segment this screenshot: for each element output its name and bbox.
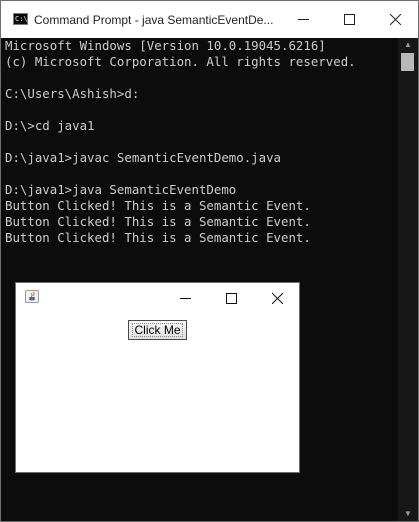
java-frame-titlebar[interactable] bbox=[16, 283, 299, 313]
java-icon bbox=[25, 290, 39, 303]
minimize-button[interactable] bbox=[280, 1, 326, 38]
console-line: Button Clicked! This is a Semantic Event… bbox=[5, 230, 311, 245]
scroll-down-icon[interactable]: ▼ bbox=[398, 507, 418, 521]
java-frame-window: Click Me bbox=[15, 282, 300, 473]
console-line: Button Clicked! This is a Semantic Event… bbox=[5, 214, 311, 229]
maximize-icon bbox=[343, 14, 355, 25]
maximize-icon bbox=[225, 292, 237, 304]
maximize-button[interactable] bbox=[326, 1, 372, 38]
close-icon bbox=[271, 292, 283, 304]
cmd-icon: C:\ bbox=[13, 13, 28, 25]
console-line: D:\java1>javac SemanticEventDemo.java bbox=[5, 150, 282, 165]
console-line: Microsoft Windows [Version 10.0.19045.62… bbox=[5, 38, 326, 53]
console-line: Button Clicked! This is a Semantic Event… bbox=[5, 198, 311, 213]
console-line: D:\>cd java1 bbox=[5, 118, 95, 133]
console-line: (c) Microsoft Corporation. All rights re… bbox=[5, 54, 356, 69]
vertical-scrollbar[interactable]: ▲ ▼ bbox=[398, 38, 418, 521]
java-frame-content: Click Me bbox=[16, 313, 299, 472]
scroll-thumb[interactable] bbox=[401, 53, 414, 71]
java-close-button[interactable] bbox=[254, 283, 300, 313]
java-minimize-button[interactable] bbox=[162, 283, 208, 313]
console-line: C:\Users\Ashish>d: bbox=[5, 86, 140, 101]
window-title: Command Prompt - java SemanticEventDe... bbox=[34, 13, 274, 27]
minimize-icon bbox=[297, 19, 309, 20]
close-button[interactable] bbox=[372, 1, 418, 38]
click-me-button[interactable]: Click Me bbox=[128, 320, 187, 340]
close-icon bbox=[389, 14, 401, 25]
java-maximize-button[interactable] bbox=[208, 283, 254, 313]
cmd-titlebar[interactable]: C:\ Command Prompt - java SemanticEventD… bbox=[1, 1, 418, 38]
console-line: D:\java1>java SemanticEventDemo bbox=[5, 182, 237, 197]
scroll-up-icon[interactable]: ▲ bbox=[398, 38, 418, 52]
click-me-label: Click Me bbox=[134, 323, 181, 337]
minimize-icon bbox=[179, 297, 191, 299]
